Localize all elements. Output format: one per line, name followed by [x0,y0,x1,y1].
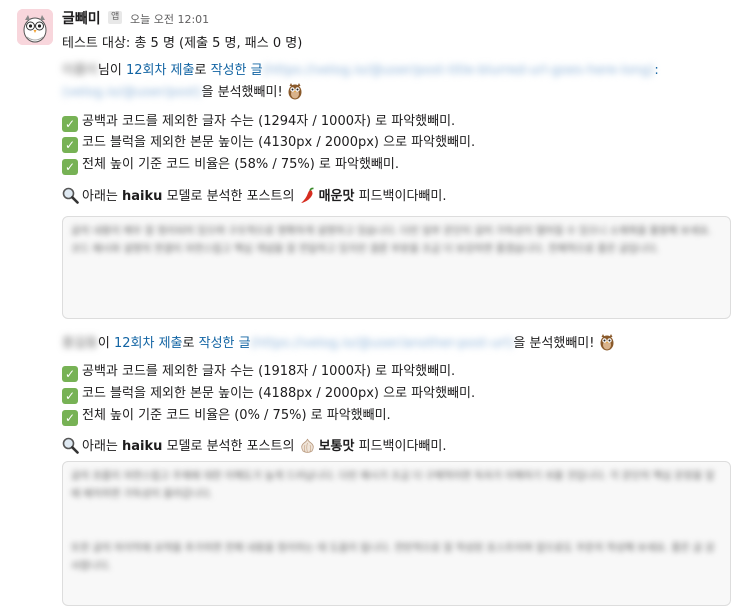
feedback-box: 글의 내용이 매우 잘 정리되어 있으며 구조적으로 명확하게 설명하고 있습니… [62,216,731,319]
feedback-pre-text: 아래는 [82,189,118,204]
check-text: 전체 높이 기준 코드 비율은 (58% / 75%) 로 파악했빼미. [82,157,399,172]
check-item: ✓ 전체 높이 기준 코드 비율은 (58% / 75%) 로 파악했빼미. [62,156,399,175]
round-submission-link[interactable]: 12회차 제출 [114,336,183,351]
check-item: ✓ 코드 블럭을 제외한 본문 높이는 (4130px / 2000px) 으로 … [62,134,475,153]
check-text: 코드 블럭을 제외한 본문 높이는 (4130px / 2000px) 으로 파… [82,135,476,150]
model-name: haiku [122,439,163,454]
feedback-mid-text: 모델로 분석한 포스트의 [166,189,295,204]
analyzed-text: 을 분석했빼미! [513,336,595,351]
post-link[interactable]: 작성한 글 [211,63,263,78]
round-submission-link[interactable]: 12회차 제출 [126,63,195,78]
message-timestamp[interactable]: 오늘 오전 12:01 [130,11,209,27]
chili-pepper-icon [300,187,314,203]
taste-label: 매운맛 [318,189,355,204]
check-item: ✓ 공백과 코드를 제외한 글자 수는 (1918자 / 1000자) 로 파악했… [62,363,455,382]
feedback-pre-text: 아래는 [82,439,118,454]
check-item: ✓ 전체 높이 기준 코드 비율은 (0% / 75%) 로 파악했빼미. [62,407,391,426]
name-suffix: 이 [97,336,110,351]
submission-1-header-cont: (velog.io/@user/post)을 분석했빼미! [62,82,306,102]
check-text: 공백과 코드를 제외한 글자 수는 (1294자 / 1000자) 로 파악했빼… [82,114,456,129]
check-item: ✓ 코드 블럭을 제외한 본문 높이는 (4188px / 2000px) 으로 … [62,385,475,404]
sender-name[interactable]: 글빼미 [62,8,101,28]
magnifying-glass-icon [62,437,79,454]
submission-1-header: 이름이님이 12회차 제출로 작성한 글(https://velog.io/@u… [62,63,659,78]
check-text: 코드 블럭을 제외한 본문 높이는 (4188px / 2000px) 으로 파… [82,386,476,401]
owl-icon [600,334,614,351]
model-name: haiku [122,189,163,204]
avatar[interactable] [17,9,53,45]
taste-label: 보통맛 [318,439,355,454]
owl-avatar-icon [17,9,53,45]
check-text: 공백과 코드를 제외한 글자 수는 (1918자 / 1000자) 로 파악했빼… [82,364,456,379]
post-link[interactable]: 작성한 글 [199,336,251,351]
name-suffix: 님이 [97,63,122,78]
feedback-intro: 아래는 haiku 모델로 분석한 포스트의 매운맛 피드백이다빼미. [62,187,446,206]
feedback-intro: 아래는 haiku 모델로 분석한 포스트의 보통맛 피드백이다빼미. [62,437,446,456]
app-badge: 앱 [108,11,123,24]
post-url-redacted[interactable]: (https://velog.io/@user/post-title-blurr… [263,63,655,78]
check-mark-icon: ✓ [62,159,78,175]
check-text: 전체 높이 기준 코드 비율은 (0% / 75%) 로 파악했빼미. [82,408,391,423]
check-mark-icon: ✓ [62,410,78,426]
check-item: ✓ 공백과 코드를 제외한 글자 수는 (1294자 / 1000자) 로 파악했… [62,113,455,132]
magnifying-glass-icon [62,187,79,204]
check-mark-icon: ✓ [62,366,78,382]
feedback-text-redacted: 또한 글의 마지막에 요약을 추가하면 전체 내용을 정리하는 데 도움이 됩니… [71,543,715,572]
particle-text: 로 [182,336,195,351]
feedback-post-text: 피드백이다빼미. [358,439,447,454]
post-url-redacted-cont[interactable]: (velog.io/@user/post) [62,85,202,100]
submitter-name-redacted: 이름이 [62,63,98,78]
particle-text: 로 [194,63,207,78]
test-summary: 테스트 대상: 총 5 명 (제출 5 명, 패스 0 명) [62,36,303,51]
submitter-name-redacted: 홍길동 [62,336,98,351]
feedback-post-text: 피드백이다빼미. [358,189,447,204]
check-mark-icon: ✓ [62,137,78,153]
feedback-text-redacted: 글의 내용이 매우 잘 정리되어 있으며 구조적으로 명확하게 설명하고 있습니… [71,226,712,255]
check-mark-icon: ✓ [62,116,78,132]
owl-icon [288,83,302,100]
feedback-box: 글의 흐름이 자연스럽고 주제에 대한 이해도가 높게 드러납니다. 다만 예시… [62,461,731,606]
garlic-icon [300,438,314,453]
check-mark-icon: ✓ [62,388,78,404]
analyzed-text: 을 분석했빼미! [201,85,283,100]
feedback-text-redacted: 글의 흐름이 자연스럽고 주제에 대한 이해도가 높게 드러납니다. 다만 예시… [71,471,715,500]
feedback-mid-text: 모델로 분석한 포스트의 [166,439,295,454]
post-url-redacted[interactable]: (https://velog.io/@user/another-post-url… [251,336,514,351]
submission-2-header: 홍길동이 12회차 제출로 작성한 글(https://velog.io/@us… [62,333,618,353]
